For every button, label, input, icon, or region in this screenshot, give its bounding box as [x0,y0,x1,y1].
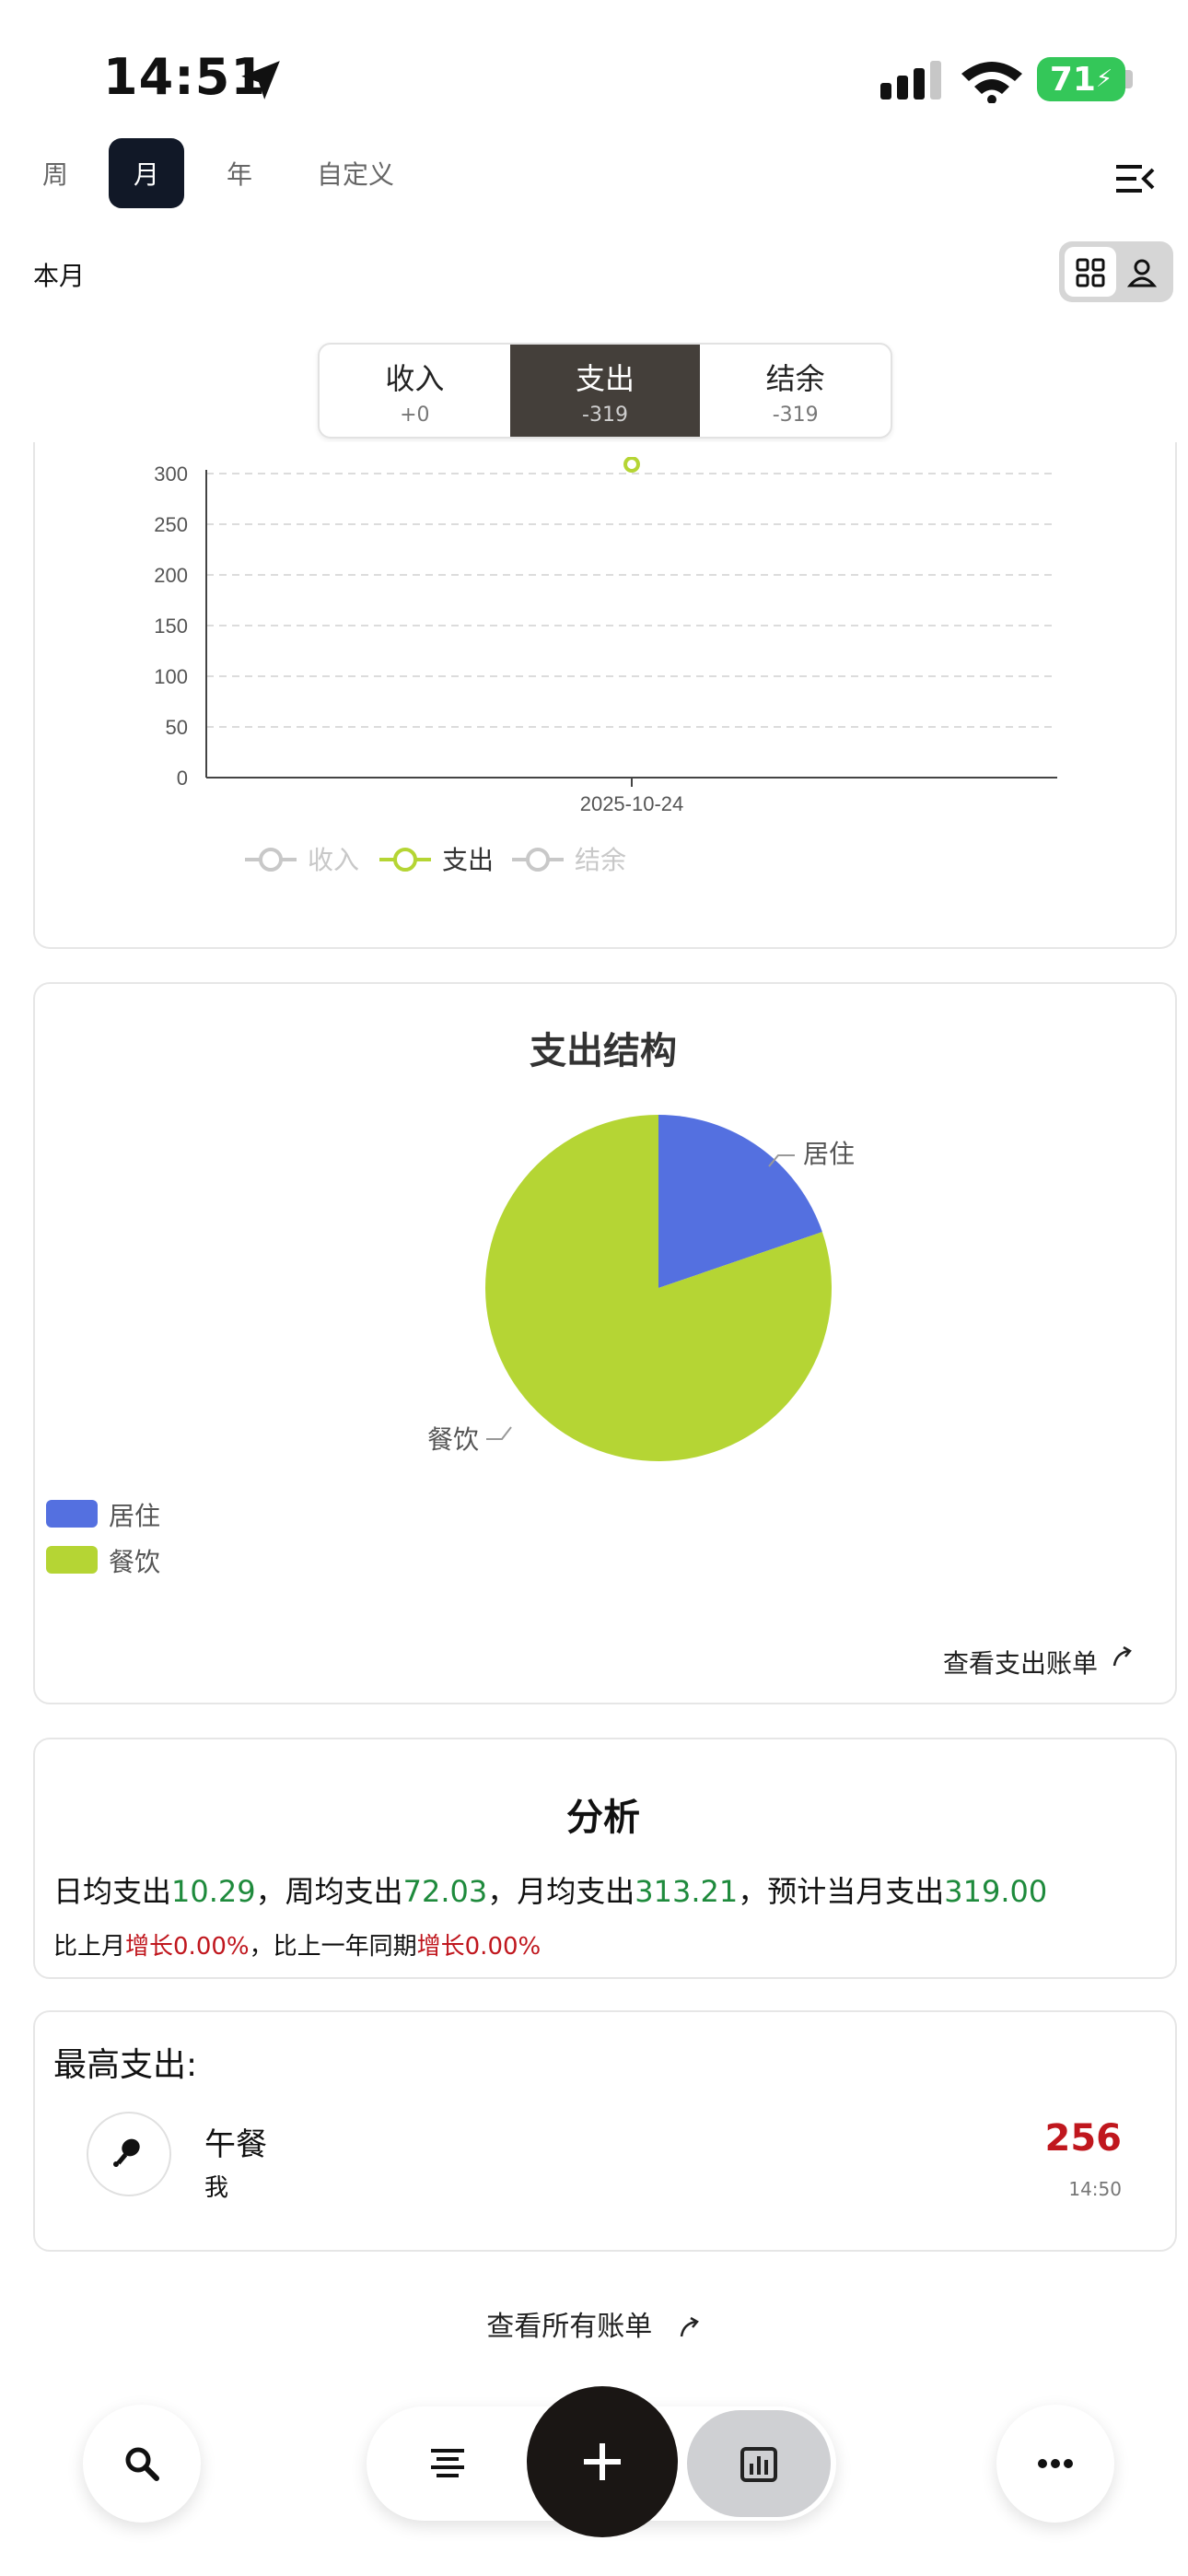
top-expense-amount: 256 [1044,2117,1123,2160]
tab-month[interactable]: 月 [109,138,184,208]
y-tick-label: 200 [154,564,188,587]
range-label: 本月 [33,261,86,291]
grid-icon[interactable] [1076,258,1105,287]
analysis-averages: 日均支出10.29，周均支出72.03，月均支出313.21，预计当月支出319… [53,1868,1047,1911]
view-all-bills-link[interactable]: 查看所有账单 [0,2303,1188,2344]
pie-label-housing: 居住 [803,1140,855,1168]
type-segment: 收入 +0 支出 -319 结余 -319 [318,343,892,439]
segment-expense[interactable]: 支出 -319 [509,345,701,437]
daily-avg-label: 日均支出 [53,1874,172,1909]
legend-marker[interactable] [526,848,550,872]
daily-avg-value: 10.29 [171,1874,256,1909]
segment-income[interactable]: 收入 +0 [320,345,510,437]
segment-expense-value: -319 [582,403,628,427]
mom-value: 增长0.00% [125,1933,250,1961]
cellular-signal-icon [880,61,941,100]
location-arrow-icon [241,61,280,100]
collapse-menu-icon[interactable] [1114,162,1155,195]
expense-pie-chart: 居住 餐饮 [427,1115,855,1461]
y-tick-label: 150 [154,615,188,638]
expense-data-point[interactable] [623,457,640,473]
analysis-growth: 比上月增长0.00%，比上一年同期增长0.00% [53,1927,541,1961]
tab-year[interactable]: 年 [210,138,269,208]
y-tick-label: 0 [177,767,188,790]
tab-custom[interactable]: 自定义 [304,138,407,208]
legend-marker[interactable] [259,848,283,872]
battery-indicator: 71 ⚡ [1037,57,1125,101]
view-expense-bills-label: 查看支出账单 [943,1648,1099,1679]
person-icon[interactable] [1127,258,1157,287]
more-icon [1038,2459,1073,2468]
weekly-avg-value: 72.03 [402,1874,488,1909]
list-icon[interactable] [429,2447,466,2480]
y-tick-label: 250 [154,513,188,536]
legend-label-housing[interactable]: 居住 [109,1496,160,1533]
pie-title: 支出结构 [530,1030,677,1072]
arrow-forward-icon [680,2316,699,2336]
yoy-label: ，比上一年同期 [249,1933,417,1961]
search-button[interactable] [83,2405,201,2523]
segment-income-label: 收入 [385,360,445,396]
wifi-icon [961,62,1022,103]
view-all-bills-label: 查看所有账单 [486,2311,653,2343]
battery-cap [1125,70,1133,88]
legend-label-dining[interactable]: 餐饮 [109,1542,160,1579]
top-expense-header: 最高支出: [53,2046,198,2084]
add-icon [584,2443,621,2480]
y-tick-label: 50 [166,716,188,739]
trend-line-chart: 300 250 200 150 100 50 0 2025-10-24 收入 支出 结余 [154,457,1057,874]
forecast-value: 319.00 [944,1874,1048,1909]
weekly-avg-label: ，周均支出 [255,1874,403,1909]
view-expense-bills-link[interactable]: 查看支出账单 [943,1644,1098,1680]
search-icon [125,2447,159,2481]
segment-income-value: +0 [400,403,430,427]
arrow-forward-icon[interactable] [1111,1645,1135,1669]
add-record-button[interactable] [527,2386,678,2537]
segment-expense-label: 支出 [576,360,635,396]
top-expense-name: 午餐 [204,2126,267,2163]
pie-label-dining: 餐饮 [427,1425,479,1454]
segment-balance[interactable]: 结余 -319 [700,345,891,437]
monthly-avg-label: ，月均支出 [487,1874,635,1909]
legend-label[interactable]: 支出 [442,846,494,874]
legend-swatch-dining[interactable] [46,1546,98,1574]
drumstick-icon [113,2138,140,2167]
x-tick-label: 2025-10-24 [580,792,684,815]
pie-label-line-dining [486,1426,512,1440]
segment-balance-label: 结余 [765,360,825,396]
top-expense-time: 14:50 [1068,2178,1122,2200]
y-tick-label: 100 [154,665,188,688]
analysis-title: 分析 [566,1797,640,1839]
monthly-avg-value: 313.21 [635,1874,739,1909]
legend-label[interactable]: 结余 [575,846,626,874]
y-tick-label: 300 [154,463,188,486]
more-button[interactable] [996,2405,1114,2523]
top-expense-member: 我 [204,2174,229,2202]
forecast-label: ，预计当月支出 [738,1874,945,1909]
chart-icon[interactable] [740,2447,777,2482]
legend-swatch-housing[interactable] [46,1500,98,1528]
legend-marker[interactable] [393,848,417,872]
yoy-value: 增长0.00% [416,1933,542,1961]
segment-balance-value: -319 [772,403,819,427]
mom-label: 比上月 [53,1933,126,1961]
tab-week[interactable]: 周 [28,138,83,208]
legend-label[interactable]: 收入 [308,846,359,874]
